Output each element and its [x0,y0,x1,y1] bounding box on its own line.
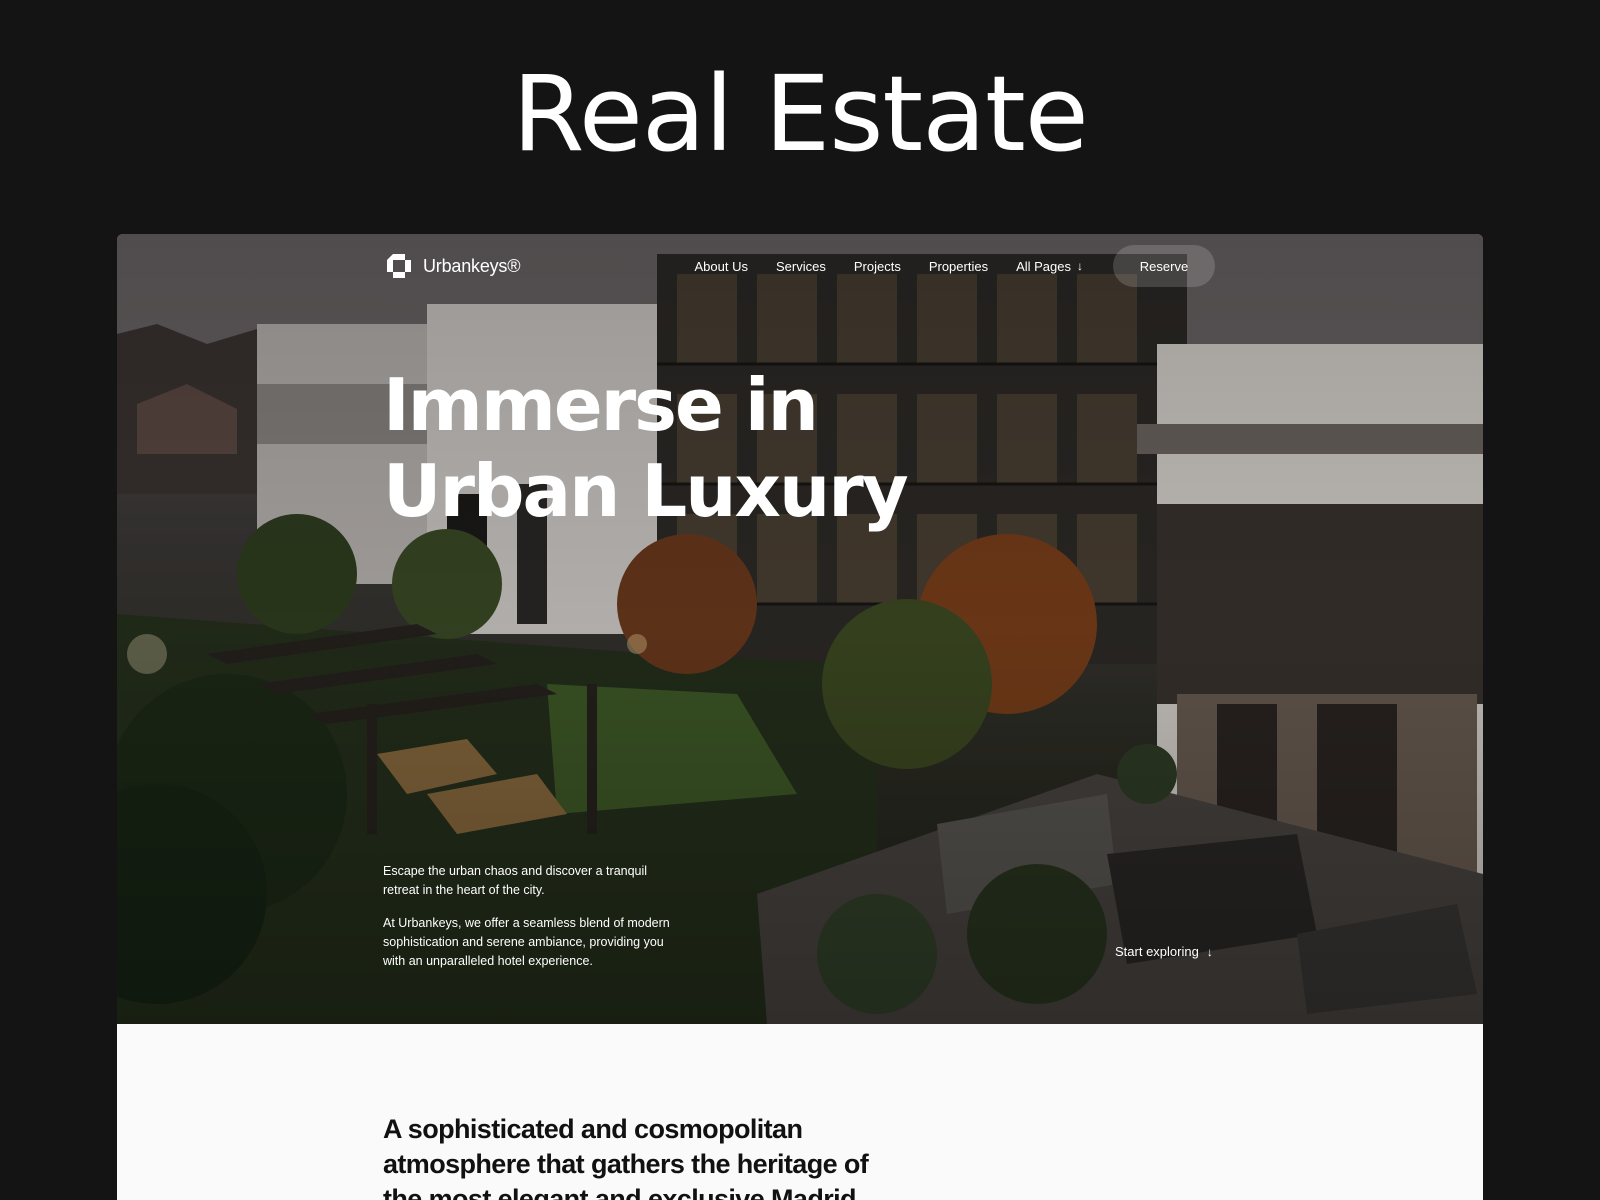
website-preview: Urbankeys® About Us Services Projects Pr… [117,234,1483,1200]
hero-section: Urbankeys® About Us Services Projects Pr… [117,234,1483,1024]
hero-title-line-2: Urban Luxury [383,449,909,533]
nav-link-all-pages[interactable]: All Pages ↓ [1016,259,1083,274]
arrow-down-icon: ↓ [1077,259,1083,273]
hero-title-line-1: Immerse in [383,363,819,447]
reserve-button[interactable]: Reserve [1113,245,1215,287]
arrow-down-icon: ↓ [1206,944,1213,959]
hero-title: Immerse in Urban Luxury [383,362,909,534]
brand-logo[interactable]: Urbankeys® [385,252,521,280]
about-section: A sophisticated and cosmopolitan atmosph… [117,1024,1483,1200]
showcase-title: Real Estate [512,53,1088,175]
about-statement: A sophisticated and cosmopolitan atmosph… [383,1114,869,1200]
intro-paragraph-2: At Urbankeys, we offer a seamless blend … [383,916,670,968]
nav-link-projects[interactable]: Projects [854,259,901,274]
all-pages-label: All Pages [1016,258,1071,274]
start-exploring-label: Start exploring [1115,944,1199,959]
start-exploring-link[interactable]: Start exploring ↓ [1115,944,1213,959]
nav-links: About Us Services Projects Properties Al… [695,259,1083,274]
hero-intro: Escape the urban chaos and discover a tr… [383,862,683,971]
intro-paragraph-1: Escape the urban chaos and discover a tr… [383,864,648,897]
hero-overlay [117,234,1483,1024]
top-navigation: Urbankeys® About Us Services Projects Pr… [385,245,1215,287]
nav-link-about-us[interactable]: About Us [695,259,748,274]
urbankeys-logo-icon [387,254,411,278]
nav-link-services[interactable]: Services [776,259,826,274]
brand-name: Urbankeys® [423,255,521,276]
nav-link-properties[interactable]: Properties [929,259,988,274]
